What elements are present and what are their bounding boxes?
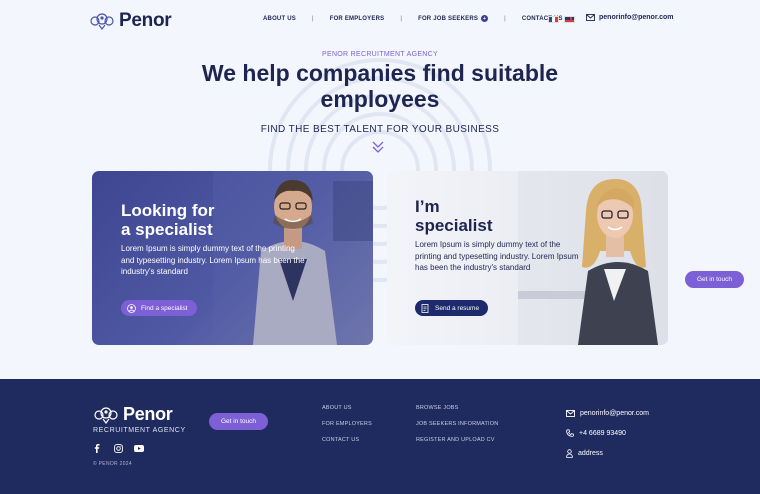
logo-bubbles-icon [90, 13, 114, 30]
social-links [92, 443, 144, 453]
seeker-card-text: Lorem Ipsum is simply dummy text of the … [415, 240, 579, 272]
footer-phone-text: +4 6689 93490 [579, 429, 626, 437]
hero-subtitle: FIND THE BEST TALENT FOR YOUR BUSINESS [260, 124, 500, 135]
nav-separator: | [311, 15, 314, 22]
footer-contact: penorinfo@penor.com +4 6689 93490 addres… [566, 403, 649, 463]
top-navigation-bar: Penor ABOUT US | FOR EMPLOYERS | FOR JOB… [0, 0, 760, 40]
header-email-text: penorinfo@penor.com [599, 14, 674, 21]
footer-link-browse-jobs[interactable]: BROWSE JOBS [416, 405, 498, 421]
dropdown-badge-icon: + [481, 15, 489, 22]
footer-brand-name: Penor [123, 404, 173, 424]
document-icon [420, 303, 430, 313]
mail-icon [586, 14, 595, 21]
site-footer: Penor RECRUITMENT AGENCY Get in touch © … [0, 379, 760, 494]
footer-phone[interactable]: +4 6689 93490 [566, 423, 649, 443]
footer-tagline: RECRUITMENT AGENCY [93, 427, 186, 434]
main-nav: ABOUT US | FOR EMPLOYERS | FOR JOB SEEKE… [263, 15, 563, 22]
double-chevron-down-icon[interactable] [371, 140, 385, 154]
mail-icon [566, 409, 575, 417]
floating-get-in-touch-button[interactable]: Get in touch [685, 271, 744, 288]
footer-logo[interactable]: Penor [93, 404, 173, 425]
footer-link-for-employers[interactable]: FOR EMPLOYERS [322, 421, 372, 437]
user-icon [126, 303, 136, 313]
copyright-text: © PENOR 2024 [93, 461, 132, 467]
footer-link-about-us[interactable]: ABOUT US [322, 405, 372, 421]
french-flag-icon[interactable] [548, 16, 559, 23]
employer-card-title: Looking for a specialist [121, 201, 214, 239]
seeker-card: I’m specialist Lorem Ipsum is simply dum… [387, 171, 668, 345]
seeker-card-title-line1: I’m [415, 197, 440, 216]
find-specialist-label: Find a specialist [141, 304, 188, 312]
find-specialist-button[interactable]: Find a specialist [121, 300, 197, 316]
footer-get-in-touch-button[interactable]: Get in touch [209, 413, 268, 430]
instagram-icon[interactable] [113, 443, 123, 453]
footer-email-text: penorinfo@penor.com [580, 409, 649, 417]
language-switcher [548, 16, 575, 23]
footer-email[interactable]: penorinfo@penor.com [566, 403, 649, 423]
footer-address-text: address [578, 449, 603, 457]
nav-separator: | [400, 15, 403, 22]
nav-about-us[interactable]: ABOUT US [263, 16, 296, 22]
footer-links-jobs: BROWSE JOBS JOB SEEKERS INFORMATION REGI… [416, 405, 498, 453]
nav-separator: | [504, 15, 506, 22]
hero-eyebrow: PENOR RECRUITMENT AGENCY [322, 51, 438, 58]
send-resume-label: Send a resume [435, 304, 480, 312]
employer-card-title-line1: Looking for [121, 201, 215, 220]
youtube-icon[interactable] [134, 443, 144, 453]
seeker-card-title: I’m specialist [415, 197, 493, 235]
footer-link-register-cv[interactable]: REGISTER AND UPLOAD CV [416, 437, 498, 453]
employer-card-text: Lorem Ipsum is simply dummy text of the … [121, 244, 305, 276]
person-pin-icon [566, 448, 573, 458]
send-resume-button[interactable]: Send a resume [415, 300, 489, 316]
hero-title: We help companies find suitable employee… [201, 60, 559, 112]
brand-name: Penor [119, 10, 172, 31]
nav-for-job-seekers[interactable]: FOR JOB SEEKERS + [418, 15, 489, 22]
phone-icon [566, 429, 574, 437]
footer-address: address [566, 443, 649, 463]
nav-for-job-seekers-label: FOR JOB SEEKERS [418, 15, 479, 22]
uk-flag-icon[interactable] [564, 16, 575, 23]
logo-bubbles-icon [94, 406, 118, 424]
facebook-icon[interactable] [92, 443, 102, 453]
employer-card: Looking for a specialist Lorem Ipsum is … [92, 171, 373, 345]
nav-for-employers[interactable]: FOR EMPLOYERS [330, 16, 385, 22]
footer-link-contact-us[interactable]: CONTACT US [322, 437, 372, 453]
header-email-link[interactable]: penorinfo@penor.com [586, 14, 674, 21]
brand-logo[interactable]: Penor [89, 10, 172, 32]
footer-link-job-seekers-info[interactable]: JOB SEEKERS INFORMATION [416, 421, 498, 437]
footer-links-company: ABOUT US FOR EMPLOYERS CONTACT US [322, 405, 372, 453]
seeker-card-title-line2: specialist [415, 216, 493, 235]
employer-card-title-line2: a specialist [121, 220, 213, 239]
